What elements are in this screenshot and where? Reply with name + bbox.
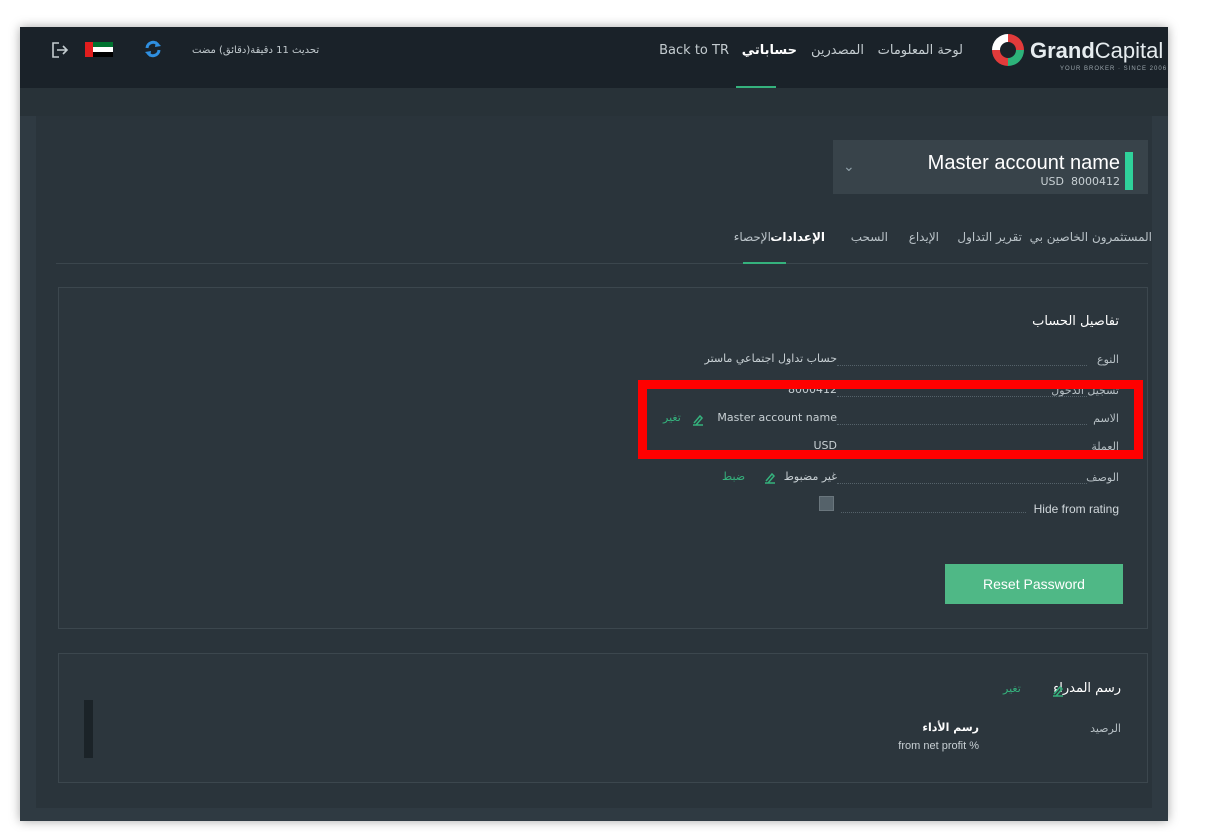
account-details-panel: تفاصيل الحساب النوع حساب تداول اجتماعي م… bbox=[58, 287, 1148, 629]
nav-my-accounts[interactable]: حساباتي bbox=[742, 43, 797, 58]
highlight-box bbox=[638, 380, 1143, 459]
row-dots bbox=[837, 365, 1087, 366]
tab-withdraw[interactable]: السحب bbox=[851, 230, 888, 244]
row-dots bbox=[837, 483, 1087, 484]
uae-flag-icon[interactable] bbox=[85, 42, 113, 57]
app-window: GrandCapital YOUR BROKER · SINCE 2006 لو… bbox=[20, 27, 1168, 821]
tab-trading-report[interactable]: تقرير التداول bbox=[957, 230, 1022, 244]
chart-scrollbar[interactable] bbox=[84, 700, 93, 758]
description-label: الوصف bbox=[1086, 471, 1119, 484]
main-content: ⌄ Master account name USD 8000412 المستث… bbox=[36, 116, 1152, 808]
nav-sources[interactable]: المصدرين bbox=[811, 43, 864, 58]
balance-label: الرصيد bbox=[1090, 722, 1121, 735]
tab-statistics[interactable]: الإحصاء bbox=[734, 230, 771, 244]
tab-settings[interactable]: الإعدادات bbox=[770, 230, 825, 244]
brand-tagline: YOUR BROKER · SINCE 2006 bbox=[1060, 66, 1168, 72]
top-nav-bar: GrandCapital YOUR BROKER · SINCE 2006 لو… bbox=[20, 27, 1168, 88]
type-label: النوع bbox=[1097, 353, 1119, 366]
reset-password-button[interactable]: Reset Password bbox=[945, 564, 1123, 604]
brand-name[interactable]: GrandCapital bbox=[1030, 38, 1163, 64]
hide-rating-label: Hide from rating bbox=[1033, 502, 1119, 516]
description-value: غير مضبوط bbox=[783, 470, 837, 483]
account-name: Master account name bbox=[927, 152, 1120, 174]
tab-active-underline bbox=[743, 262, 786, 264]
sync-icon[interactable] bbox=[143, 39, 163, 59]
performance-fee-sub: from net profit % bbox=[898, 740, 979, 752]
hide-rating-checkbox[interactable] bbox=[819, 496, 834, 511]
edit-icon[interactable] bbox=[763, 470, 777, 484]
set-description-link[interactable]: ضبط bbox=[722, 470, 745, 483]
account-selector[interactable]: ⌄ Master account name USD 8000412 bbox=[833, 140, 1148, 194]
row-dots bbox=[841, 512, 1026, 513]
account-number-line: USD 8000412 bbox=[1040, 175, 1120, 188]
details-title: تفاصيل الحساب bbox=[1032, 314, 1119, 329]
nav-dashboard[interactable]: لوحة المعلومات bbox=[878, 43, 963, 58]
tab-deposit[interactable]: الإيداع bbox=[909, 230, 939, 244]
edit-fee-link[interactable]: تغير bbox=[1003, 682, 1021, 695]
logo-icon bbox=[989, 31, 1027, 69]
sync-status: تحديث 11 دقيقة(دقائق) مضت bbox=[192, 45, 320, 56]
tabs-divider bbox=[56, 263, 1148, 264]
account-status-bar bbox=[1125, 152, 1133, 190]
manager-fee-panel: رسم المدراء تغير الرصيد رسم الأداء from … bbox=[58, 653, 1148, 783]
logout-icon[interactable] bbox=[50, 40, 70, 60]
sub-header-strip bbox=[20, 88, 1168, 116]
chevron-down-icon[interactable]: ⌄ bbox=[843, 159, 855, 175]
nav-back-to-tr[interactable]: Back to TR bbox=[659, 43, 729, 58]
type-value: حساب تداول اجتماعي ماستر bbox=[704, 352, 837, 365]
tab-my-investors[interactable]: المستثمرون الخاصين بي bbox=[1030, 230, 1152, 244]
performance-fee-label: رسم الأداء bbox=[922, 721, 979, 734]
edit-icon[interactable] bbox=[1051, 683, 1065, 697]
